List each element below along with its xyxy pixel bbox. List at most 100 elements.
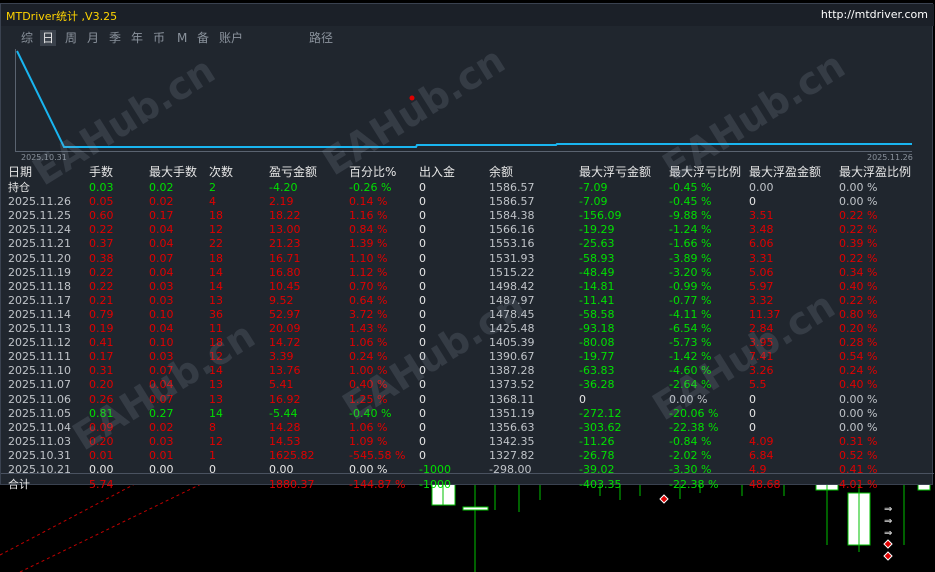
table-row: 2025.11.12 0.41 0.10 18 14.72 1.06 % 0 1405.39 -… xyxy=(1,336,934,350)
tab-10[interactable]: 路径 xyxy=(307,30,335,46)
cell-lots: 0.03 xyxy=(89,181,114,194)
tab-8[interactable]: 备 xyxy=(195,30,211,46)
cell-count: 13 xyxy=(209,392,223,406)
cell-count: 2 xyxy=(209,181,216,194)
cell-pct: 0.64 % xyxy=(349,293,388,307)
total-io: -1000 xyxy=(419,478,451,492)
cell-io: 0 xyxy=(419,209,426,223)
cell-lots: 0.41 xyxy=(89,336,114,350)
cell-date: 持仓 xyxy=(8,181,30,194)
table-row: 持仓 0.03 0.02 2 -4.20 -0.26 % 0 1586.57 -7.09 -0.4… xyxy=(1,181,934,195)
cell-date: 2025.11.04 xyxy=(8,420,71,434)
tab-5[interactable]: 年 xyxy=(129,30,145,46)
cell-lots: 0.01 xyxy=(89,448,114,462)
cell-max-float-loss: -11.26 xyxy=(579,434,615,448)
table-row: 2025.11.24 0.22 0.04 12 13.00 0.84 % 0 1566.16 -… xyxy=(1,223,934,237)
cell-date: 2025.11.19 xyxy=(8,265,71,279)
stats-panel: MTDriver统计 ,V3.25 http://mtdriver.com 综日… xyxy=(0,3,934,491)
cell-max-float-loss: -36.28 xyxy=(579,378,615,392)
cell-balance: 1531.93 xyxy=(489,251,535,265)
cell-max-lots: 0.04 xyxy=(149,322,174,335)
cell-max-lots: 0.04 xyxy=(149,265,174,279)
tab-1[interactable]: 日 xyxy=(40,30,57,46)
total-lots: 5.74 xyxy=(89,478,114,492)
cell-count: 14 xyxy=(209,265,223,279)
svg-text:⇒: ⇒ xyxy=(884,504,892,515)
tab-2[interactable]: 周 xyxy=(63,30,79,46)
cell-date: 2025.11.25 xyxy=(8,209,71,223)
cell-io: -1000 xyxy=(419,463,451,476)
cell-pnl: 14.53 xyxy=(269,434,301,448)
equity-curve xyxy=(15,49,912,152)
cell-io: 0 xyxy=(419,181,426,194)
website-link[interactable]: http://mtdriver.com xyxy=(821,8,928,21)
cell-max-float-loss: -25.63 xyxy=(579,237,615,251)
cell-max-float-profit-pct: 0.00 % xyxy=(839,181,878,194)
cell-max-float-profit-pct: 0.22 % xyxy=(839,293,878,307)
cell-max-float-profit: 0 xyxy=(749,406,756,420)
tab-7[interactable]: M xyxy=(175,30,189,46)
table-header: 日期 手数 最大手数 次数 盈亏金额 百分比% 出入金 余额 最大浮亏金额 最大浮亏比例 最大浮盈金… xyxy=(1,165,934,179)
cell-pnl: 14.28 xyxy=(269,420,301,434)
cell-pct: 1.06 % xyxy=(349,420,388,434)
cell-pct: 1.12 % xyxy=(349,265,388,279)
cell-max-float-loss-pct: -1.42 % xyxy=(669,350,712,364)
cell-max-float-profit-pct: 0.40 % xyxy=(839,378,878,392)
total-label: 合计 xyxy=(8,478,30,492)
cell-max-float-profit: 11.37 xyxy=(749,307,781,321)
cell-io: 0 xyxy=(419,420,426,434)
cell-pct: -0.26 % xyxy=(349,181,392,194)
cell-date: 2025.11.20 xyxy=(8,251,71,265)
tab-9[interactable]: 账户 xyxy=(217,30,245,46)
cell-balance: 1586.57 xyxy=(489,195,535,209)
cell-date: 2025.11.05 xyxy=(8,406,71,420)
cell-max-float-profit-pct: 0.22 % xyxy=(839,209,878,223)
column-header: 最大浮亏比例 xyxy=(669,165,742,179)
cell-pnl: 16.80 xyxy=(269,265,301,279)
cell-max-float-loss: -19.29 xyxy=(579,223,615,237)
cell-balance: 1515.22 xyxy=(489,265,535,279)
cell-count: 36 xyxy=(209,307,223,321)
cell-max-float-profit: 0.00 xyxy=(749,181,774,194)
cell-max-lots: 0.02 xyxy=(149,195,174,209)
cell-pct: 0.70 % xyxy=(349,279,388,293)
cell-max-lots: 0.07 xyxy=(149,251,174,265)
cell-max-float-loss-pct: 0.00 % xyxy=(669,392,708,406)
tab-6[interactable]: 币 xyxy=(151,30,167,46)
total-row: 合计 5.74 1880.37 -144.87 % -1000 -403.35 -22.38… xyxy=(1,478,934,492)
cell-pct: 3.72 % xyxy=(349,307,388,321)
cell-max-float-profit-pct: 0.31 % xyxy=(839,434,878,448)
table-row: 2025.10.31 0.01 0.01 1 1625.82 -545.58 % 0 1327… xyxy=(1,449,934,463)
table-row: 2025.11.18 0.22 0.03 14 10.45 0.70 % 0 1498.42 -… xyxy=(1,280,934,294)
cell-max-float-loss-pct: -1.24 % xyxy=(669,223,712,237)
cell-date: 2025.11.10 xyxy=(8,364,71,378)
cell-max-float-loss: -156.09 xyxy=(579,209,622,223)
cell-pnl: 5.41 xyxy=(269,378,294,392)
cell-max-float-profit-pct: 0.22 % xyxy=(839,251,878,265)
cell-count: 13 xyxy=(209,293,223,307)
equity-curve-line xyxy=(16,50,912,148)
table-row: 2025.11.03 0.20 0.03 12 14.53 1.09 % 0 1342.35 -… xyxy=(1,435,934,449)
cell-max-float-profit-pct: 0.40 % xyxy=(839,279,878,293)
cell-pnl: 14.72 xyxy=(269,336,301,350)
cell-count: 11 xyxy=(209,322,223,335)
cell-pct: 0.14 % xyxy=(349,195,388,209)
cell-max-float-loss: -272.12 xyxy=(579,406,622,420)
cell-lots: 0.60 xyxy=(89,209,114,223)
cell-count: 18 xyxy=(209,336,223,350)
cell-max-lots: 0.07 xyxy=(149,364,174,378)
cell-max-float-profit: 0 xyxy=(749,195,756,209)
cell-balance: 1373.52 xyxy=(489,378,535,392)
cell-lots: 0.26 xyxy=(89,392,114,406)
table-row: 2025.11.25 0.60 0.17 18 18.22 1.16 % 0 1584.38 -… xyxy=(1,209,934,223)
cell-max-float-profit-pct: 0.80 % xyxy=(839,307,878,321)
cell-max-float-profit: 0 xyxy=(749,420,756,434)
tab-0[interactable]: 综 xyxy=(19,30,35,46)
cell-max-float-profit: 3.26 xyxy=(749,364,774,378)
tab-3[interactable]: 月 xyxy=(85,30,101,46)
cell-io: 0 xyxy=(419,336,426,350)
total-separator xyxy=(1,473,934,474)
cell-balance: 1368.11 xyxy=(489,392,535,406)
cell-io: 0 xyxy=(419,195,426,209)
tab-4[interactable]: 季 xyxy=(107,30,123,46)
